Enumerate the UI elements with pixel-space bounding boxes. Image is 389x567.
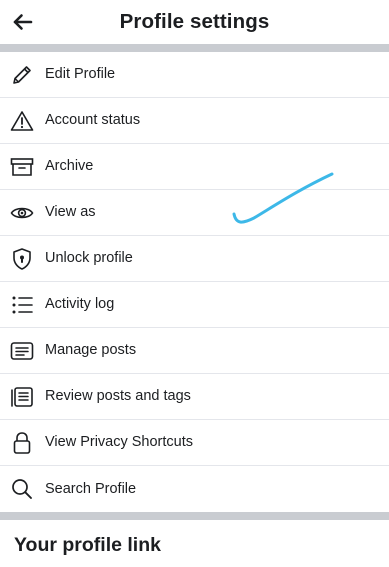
menu-item-view-as[interactable]: View as [0,190,389,236]
profile-link-heading: Your profile link [14,534,161,556]
menu-item-manage-posts[interactable]: Manage posts [0,328,389,374]
menu-item-search-profile[interactable]: Search Profile [0,466,389,512]
menu-item-review-posts[interactable]: Review posts and tags [0,374,389,420]
warning-icon [10,109,34,133]
menu-item-unlock-profile[interactable]: Unlock profile [0,236,389,282]
section-divider [0,512,389,520]
pencil-icon [10,63,34,87]
settings-menu: Edit Profile Account status Archive View… [0,52,389,512]
menu-item-label: Account status [45,112,141,129]
arrow-left-icon [13,14,33,30]
menu-item-edit-profile[interactable]: Edit Profile [0,52,389,98]
list-icon [10,293,34,317]
menu-item-label: View Privacy Shortcuts [45,434,194,451]
review-posts-icon [10,385,34,409]
padlock-icon [10,431,34,455]
menu-item-label: Review posts and tags [45,388,191,405]
menu-item-label: View as [45,204,96,221]
menu-item-privacy-shortcuts[interactable]: View Privacy Shortcuts [0,420,389,466]
header: Profile settings [0,0,389,44]
archive-box-icon [10,155,34,179]
manage-posts-icon [10,339,34,363]
profile-settings-page: Profile settings Edit Profile Account st… [0,0,389,567]
back-button[interactable] [10,9,36,35]
lock-shield-icon [10,247,34,271]
menu-item-label: Search Profile [45,480,137,497]
menu-item-activity-log[interactable]: Activity log [0,282,389,328]
eye-icon [10,201,34,225]
menu-item-archive[interactable]: Archive [0,144,389,190]
menu-item-account-status[interactable]: Account status [0,98,389,144]
menu-item-label: Archive [45,158,94,175]
menu-item-label: Manage posts [45,342,137,359]
search-icon [10,477,34,501]
page-title: Profile settings [119,10,270,33]
section-divider [0,44,389,52]
menu-item-label: Edit Profile [45,66,116,83]
menu-item-label: Activity log [45,296,115,313]
menu-item-label: Unlock profile [45,250,133,267]
